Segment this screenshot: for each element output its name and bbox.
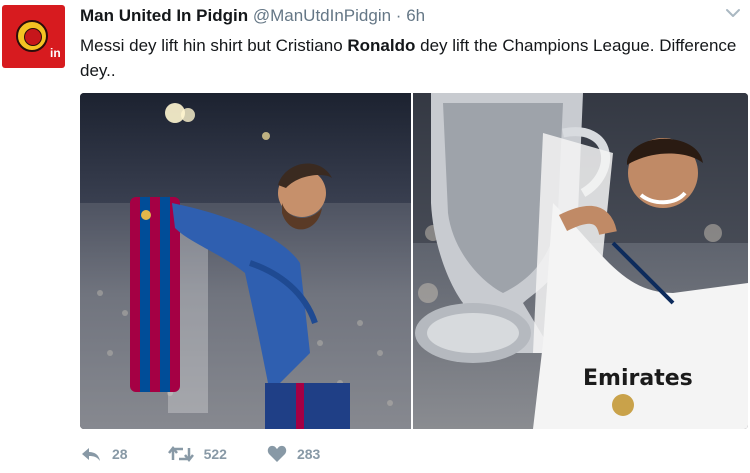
retweet-count: 522 [203,446,227,462]
separator-dot: · [395,6,402,25]
ronaldo-photo-illustration: Emirates [413,93,748,429]
retweet-icon [167,445,194,463]
messi-photo[interactable] [80,93,411,429]
reply-button[interactable]: 28 [80,446,128,462]
author-handle[interactable]: @ManUtdInPidgin [253,6,391,25]
club-crest-logo [16,20,48,52]
tweet-media[interactable]: Emirates [80,93,748,429]
ronaldo-photo[interactable]: Emirates [413,93,748,429]
tweet-header: Man United In Pidgin @ManUtdInPidgin · 6… [80,6,425,26]
avatar-badge-text: in [50,46,61,60]
heart-icon [267,445,287,462]
tweet-text-part1: Messi dey lift hin shirt but Cristiano [80,36,348,55]
tweet-timestamp[interactable]: 6h [406,6,425,25]
tweet-text: Messi dey lift hin shirt but Cristiano R… [80,33,740,83]
crest-inner-shield [24,28,42,46]
like-button[interactable]: 283 [267,445,320,463]
reply-icon [82,448,100,461]
tweet-text-bold: Ronaldo [347,36,416,55]
tweet-actions: 28 522 283 [80,443,360,465]
reply-count: 28 [112,446,128,462]
sponsor-text: Emirates [583,366,693,391]
author-name[interactable]: Man United In Pidgin [80,6,248,25]
messi-photo-illustration [80,103,411,429]
retweet-button[interactable]: 522 [167,445,227,463]
like-count: 283 [296,446,321,462]
avatar[interactable]: in [2,5,65,68]
chevron-down-icon[interactable] [724,4,742,22]
